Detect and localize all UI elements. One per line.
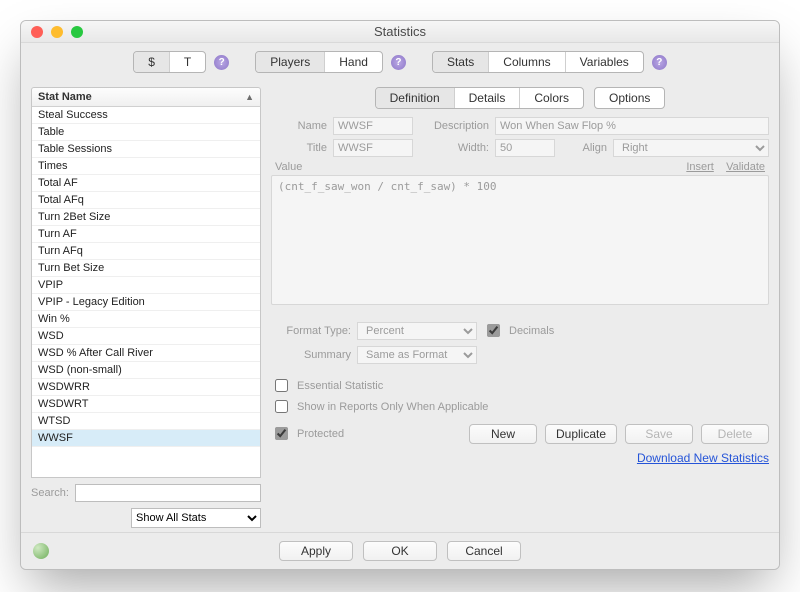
scope-hand[interactable]: Hand [325, 52, 382, 72]
stat-list-header-label: Stat Name [38, 91, 92, 103]
download-stats-link[interactable]: Download New Statistics [637, 451, 769, 465]
tab-options[interactable]: Options [595, 88, 664, 108]
value-label: Value [275, 161, 302, 173]
list-item[interactable]: WSDWRR [32, 379, 260, 396]
delete-button[interactable]: Delete [701, 424, 769, 444]
essential-check-input[interactable] [275, 379, 288, 392]
help-icon[interactable]: ? [391, 55, 406, 70]
stat-list-header[interactable]: Stat Name ▲ [31, 87, 261, 107]
list-item[interactable]: WSD (non-small) [32, 362, 260, 379]
list-item[interactable]: Steal Success [32, 107, 260, 124]
format-type-label: Format Type: [271, 325, 351, 337]
list-item[interactable]: Total AF [32, 175, 260, 192]
list-item[interactable]: VPIP [32, 277, 260, 294]
width-label: Width: [419, 142, 489, 154]
view-stats[interactable]: Stats [433, 52, 489, 72]
show-in-reports-check-input[interactable] [275, 400, 288, 413]
name-label: Name [271, 120, 327, 132]
name-field[interactable] [333, 117, 413, 135]
list-item[interactable]: WSD % After Call River [32, 345, 260, 362]
insert-link[interactable]: Insert [686, 161, 714, 173]
stat-list-panel: Stat Name ▲ Steal SuccessTableTable Sess… [31, 87, 261, 528]
search-label: Search: [31, 487, 69, 499]
new-button[interactable]: New [469, 424, 537, 444]
toolbar: $ T ? Players Hand ? Stats Columns Varia… [21, 43, 779, 79]
validate-link[interactable]: Validate [726, 161, 765, 173]
value-expression[interactable]: (cnt_f_saw_won / cnt_f_saw) * 100 [271, 175, 769, 305]
view-columns[interactable]: Columns [489, 52, 565, 72]
scope-segment: Players Hand [255, 51, 383, 73]
align-label: Align [561, 142, 607, 154]
mode-segment: $ T [133, 51, 206, 73]
detail-tabs-options: Options [594, 87, 665, 109]
list-item[interactable]: Times [32, 158, 260, 175]
list-item[interactable]: Table Sessions [32, 141, 260, 158]
apply-button[interactable]: Apply [279, 541, 353, 561]
window-title: Statistics [21, 24, 779, 39]
titlebar: Statistics [21, 21, 779, 43]
show-in-reports-checkbox[interactable]: Show in Reports Only When Applicable [271, 397, 769, 416]
essential-checkbox[interactable]: Essential Statistic [271, 376, 769, 395]
list-item[interactable]: VPIP - Legacy Edition [32, 294, 260, 311]
cancel-button[interactable]: Cancel [447, 541, 521, 561]
footer: Apply OK Cancel [21, 532, 779, 569]
list-item[interactable]: Table [32, 124, 260, 141]
list-item[interactable]: Turn AF [32, 226, 260, 243]
filter-select[interactable]: Show All Stats [131, 508, 261, 528]
decimals-check-input[interactable] [487, 324, 500, 337]
description-label: Description [419, 120, 489, 132]
list-item[interactable]: Total AFq [32, 192, 260, 209]
help-icon[interactable]: ? [214, 55, 229, 70]
help-icon[interactable]: ? [652, 55, 667, 70]
view-variables[interactable]: Variables [566, 52, 643, 72]
statistics-window: Statistics $ T ? Players Hand ? Stats Co… [20, 20, 780, 570]
scope-players[interactable]: Players [256, 52, 325, 72]
protected-check-input[interactable] [275, 427, 288, 440]
align-select[interactable]: Right [613, 139, 769, 157]
stat-list[interactable]: Steal SuccessTableTable SessionsTimesTot… [31, 107, 261, 478]
width-field[interactable] [495, 139, 555, 157]
tab-colors[interactable]: Colors [520, 88, 583, 108]
format-type-select[interactable]: Percent [357, 322, 477, 340]
list-item[interactable]: Win % [32, 311, 260, 328]
decimals-checkbox[interactable]: Decimals [483, 321, 554, 340]
list-item[interactable]: WSDWRT [32, 396, 260, 413]
list-item[interactable]: Turn 2Bet Size [32, 209, 260, 226]
mode-text[interactable]: T [170, 52, 205, 72]
globe-icon[interactable] [33, 543, 49, 559]
summary-select[interactable]: Same as Format [357, 346, 477, 364]
title-label: Title [271, 142, 327, 154]
list-item[interactable]: WWSF [32, 430, 260, 447]
protected-checkbox[interactable]: Protected [271, 424, 344, 443]
detail-tabs: Definition Details Colors [375, 87, 584, 109]
list-item[interactable]: WSD [32, 328, 260, 345]
description-field[interactable] [495, 117, 769, 135]
tab-definition[interactable]: Definition [376, 88, 455, 108]
ok-button[interactable]: OK [363, 541, 437, 561]
save-button[interactable]: Save [625, 424, 693, 444]
sort-indicator-icon: ▲ [245, 92, 254, 102]
mode-dollar[interactable]: $ [134, 52, 170, 72]
list-item[interactable]: Turn Bet Size [32, 260, 260, 277]
view-segment: Stats Columns Variables [432, 51, 644, 73]
duplicate-button[interactable]: Duplicate [545, 424, 617, 444]
detail-panel: Definition Details Colors Options Name D… [271, 87, 769, 528]
list-item[interactable]: WTSD [32, 413, 260, 430]
tab-details[interactable]: Details [455, 88, 521, 108]
list-item[interactable]: Turn AFq [32, 243, 260, 260]
title-field[interactable] [333, 139, 413, 157]
summary-label: Summary [271, 349, 351, 361]
search-input[interactable] [75, 484, 261, 502]
